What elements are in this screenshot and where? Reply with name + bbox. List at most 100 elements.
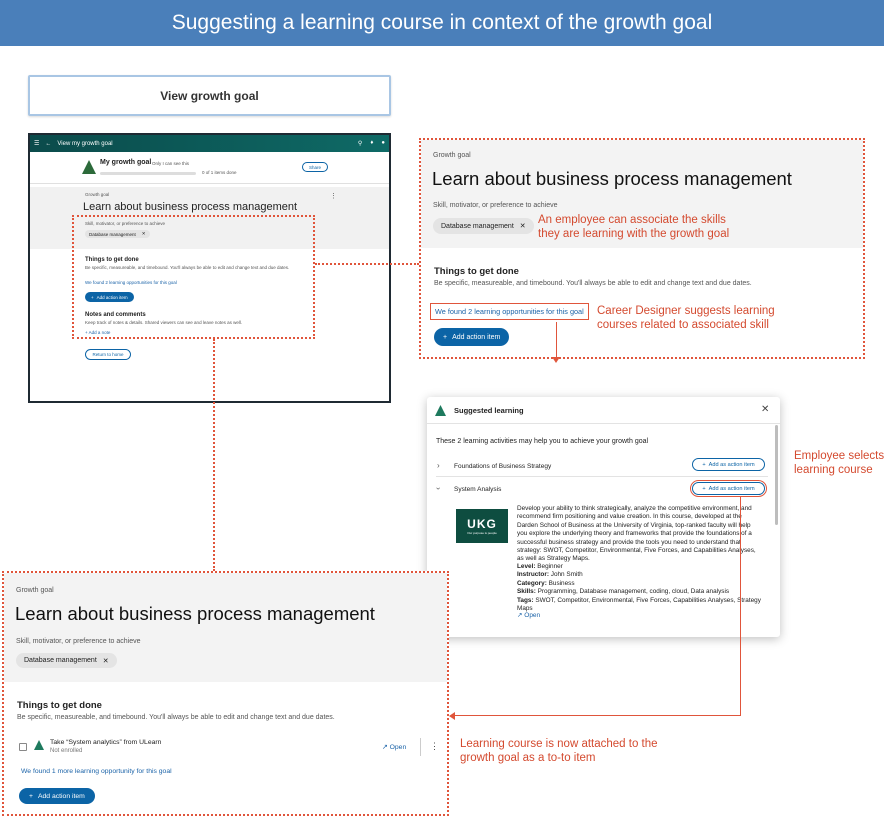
suggested-learning-modal: Suggested learning ✕ These 2 learning ac…: [427, 397, 780, 637]
zoom2-things-title: Things to get done: [17, 700, 102, 711]
todo-open-link[interactable]: ↗ Open: [382, 743, 406, 751]
mini-return-home-button[interactable]: Return to home: [85, 349, 131, 360]
zoom2-skill-chip-label: Database management: [24, 657, 97, 664]
zoom2-things-desc: Be specific, measureable, and timebound.…: [17, 714, 335, 721]
add-as-action-label: Add as action item: [708, 485, 755, 492]
zoom2-add-action-label: Add action item: [37, 792, 85, 800]
page-banner: Suggesting a learning course in context …: [0, 0, 884, 46]
tags-value: SWOT, Competitor, Environmental, Five Fo…: [517, 596, 761, 613]
annotation-suggests: Career Designer suggests learning course…: [597, 305, 775, 331]
mini-growth-goal-label: Growth goal: [85, 192, 110, 197]
plus-icon: +: [702, 461, 706, 468]
arrow-line: [556, 322, 557, 360]
zoom1-skill-label: Skill, motivator, or preference to achie…: [433, 202, 558, 209]
zoom1-skill-chip[interactable]: Database management ✕: [433, 218, 534, 234]
add-as-action-button-2[interactable]: + Add as action item: [690, 480, 767, 497]
mini-visibility: Only I can see this: [152, 161, 190, 166]
add-as-action-button-1[interactable]: + Add as action item: [692, 458, 765, 471]
search-icon[interactable]: ⚲: [358, 140, 362, 147]
modal-open-link[interactable]: ↗ Open: [517, 611, 540, 619]
zoom1-add-action-label: Add action item: [452, 333, 501, 341]
mini-topbar-title: View my growth goal: [57, 140, 113, 147]
skills-label: Skills:: [517, 588, 536, 596]
annotation-attached: Learning course is now attached to the g…: [460, 738, 658, 764]
arrow-line: [454, 715, 741, 716]
category-value: Business: [548, 579, 575, 587]
instructor-label: Instructor:: [517, 571, 549, 579]
learning-icon: [435, 405, 446, 416]
mini-return-home-label: Return to home: [92, 352, 124, 357]
external-link-icon: ↗: [382, 744, 388, 751]
mini-goal-title: Learn about business process management: [83, 201, 298, 213]
instructor-value: John Smith: [550, 571, 583, 579]
chevron-right-icon[interactable]: ›: [437, 461, 440, 470]
zoom2-growth-goal-label: Growth goal: [16, 587, 54, 594]
arrow-line: [740, 497, 741, 716]
modal-item1-title[interactable]: Foundations of Business Strategy: [454, 463, 551, 470]
mini-more-icon[interactable]: ⋮: [330, 192, 337, 200]
zoom2-found-link[interactable]: We found 1 more learning opportunity for…: [21, 768, 172, 775]
zoom2-goal-title: Learn about business process management: [15, 603, 375, 624]
modal-scrollbar[interactable]: [775, 425, 778, 525]
learning-icon: [34, 740, 44, 750]
annotation-associate: An employee can associate the skills the…: [538, 214, 730, 240]
zoom1-things-title: Things to get done: [434, 266, 519, 277]
modal-open-label: Open: [524, 612, 541, 619]
zoom2-skill-label: Skill, motivator, or preference to achie…: [16, 638, 141, 645]
todo-checkbox[interactable]: [19, 743, 27, 751]
todo-open-label: Open: [389, 744, 407, 751]
ukg-logo-text: UKG: [467, 517, 497, 531]
modal-item2-title[interactable]: System Analysis: [454, 486, 501, 493]
close-icon[interactable]: ✕: [761, 404, 769, 415]
zoom2-skill-chip[interactable]: Database management ✕: [16, 653, 117, 668]
banner-title: Suggesting a learning course in context …: [171, 11, 713, 34]
more-vertical-icon[interactable]: ⋮: [430, 741, 439, 752]
zoom1-found-link[interactable]: We found 2 learning opportunities for th…: [430, 303, 589, 320]
modal-description: Develop your ability to think strategica…: [517, 505, 756, 563]
mini-share-button[interactable]: Share: [302, 162, 328, 172]
arrow-down-icon: [552, 357, 560, 363]
view-growth-goal-button[interactable]: View growth goal: [28, 75, 391, 116]
menu-icon[interactable]: ☰: [34, 140, 39, 147]
ukg-logo: UKG Our purpose is people: [456, 509, 508, 543]
zoom1-goal-title: Learn about business process management: [432, 168, 792, 189]
close-icon[interactable]: ✕: [103, 657, 109, 665]
plus-icon: +: [702, 485, 706, 492]
zoom1-skill-chip-label: Database management: [441, 222, 514, 230]
modal-intro: These 2 learning activities may help you…: [436, 438, 649, 445]
zoom1-add-action-button[interactable]: + Add action item: [434, 328, 510, 346]
view-growth-goal-label: View growth goal: [160, 88, 259, 103]
close-icon[interactable]: ✕: [520, 222, 526, 230]
plus-icon: +: [443, 333, 448, 341]
annotation-selects: Employee selects learning course: [794, 450, 884, 476]
zoom2-add-action-button[interactable]: + Add action item: [19, 788, 95, 804]
bell-icon[interactable]: ♦: [370, 140, 373, 147]
modal-title: Suggested learning: [454, 406, 524, 415]
chevron-down-icon[interactable]: ›: [434, 487, 443, 490]
level-value: Beginner: [537, 563, 563, 570]
connector-line: [213, 339, 215, 571]
todo-item-status: Not enrolled: [50, 748, 83, 754]
skills-value: Programming, Database management, coding…: [537, 588, 730, 596]
ukg-logo-sub: Our purpose is people: [467, 531, 497, 535]
tags-label: Tags:: [517, 596, 534, 604]
level-label: Level:: [517, 563, 536, 570]
plus-icon: +: [29, 792, 33, 800]
mini-share-label: Share: [308, 164, 321, 170]
arrow-left-icon: [449, 712, 455, 720]
mini-goal-icon: [82, 160, 96, 174]
account-icon[interactable]: ●: [381, 140, 385, 147]
back-arrow-icon[interactable]: ←: [45, 141, 51, 147]
mini-topbar: ☰ ← View my growth goal ⚲ ♦ ●: [30, 135, 389, 152]
external-link-icon: ↗: [517, 612, 523, 619]
todo-item-title: Take “System analytics” from ULearn: [50, 739, 162, 746]
mini-progress-bar: [100, 172, 196, 175]
zoom1-things-desc: Be specific, measureable, and timebound.…: [434, 280, 752, 287]
add-as-action-label: Add as action item: [708, 461, 755, 468]
mini-highlight-box: [72, 215, 315, 339]
modal-meta: Level: Beginner Instructor: John Smith C…: [517, 563, 767, 613]
mini-my-goal-title: My growth goal: [100, 159, 152, 166]
zoom-panel-result: Growth goal Learn about business process…: [2, 571, 449, 816]
mini-progress-text: 0 of 1 items done: [202, 170, 237, 175]
connector-line: [315, 263, 419, 265]
